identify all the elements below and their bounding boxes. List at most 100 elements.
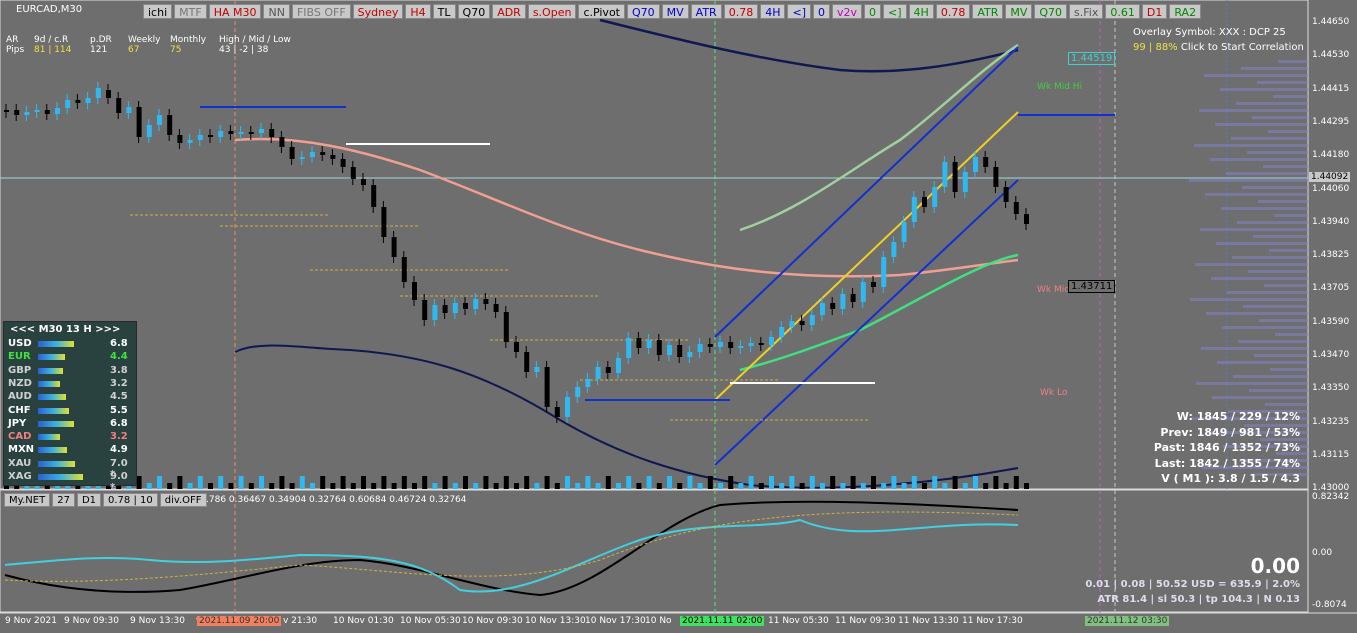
candle: [748, 343, 754, 346]
candle: [85, 98, 91, 103]
toolbar-btn-8[interactable]: Q70: [457, 4, 491, 19]
toolbar-btn-22[interactable]: 4H: [908, 4, 934, 19]
toolbar-btn-9[interactable]: ADR: [492, 4, 526, 19]
volume-bar: [259, 476, 264, 489]
currency-name: MXN: [8, 444, 35, 456]
toolbar-btn-13[interactable]: MV: [661, 4, 689, 19]
toolbar-btn-28[interactable]: 0.61: [1105, 4, 1140, 19]
strength-bar: [38, 447, 68, 454]
candle: [503, 312, 509, 342]
time-axis-label: v 21:30: [283, 616, 318, 626]
sub-btn-3[interactable]: 0.78 | 10: [103, 493, 158, 507]
volume-profile-bar: [1205, 193, 1308, 196]
candle: [34, 110, 40, 112]
toolbar-btn-14[interactable]: ATR: [690, 4, 722, 19]
time-axis-label: 11 Nov 17:30: [962, 616, 1023, 626]
volume-profile-bar: [1241, 67, 1308, 70]
toolbar-btn-7[interactable]: TL: [432, 4, 456, 19]
volume-bar: [208, 483, 213, 489]
volume-profile-bar: [1226, 172, 1308, 175]
toolbar-btn-27[interactable]: s.Fix: [1069, 4, 1104, 19]
toolbar-btn-20[interactable]: 0: [864, 4, 882, 19]
toolbar-btn-18[interactable]: 0: [813, 4, 830, 19]
volume-bar: [350, 483, 356, 489]
time-axis-label: 11 Nov 13:30: [898, 616, 959, 626]
strength-bar: [38, 460, 76, 467]
toolbar-btn-5[interactable]: Sydney: [352, 4, 404, 19]
price-tag-upper: 1.44519: [1068, 52, 1116, 65]
toolbar-btn-1[interactable]: MTF: [174, 4, 207, 19]
candle: [942, 162, 948, 187]
toolbar-btn-12[interactable]: Q70: [626, 4, 660, 19]
volume-bar: [218, 476, 224, 489]
currency-row: JPY 6.8: [8, 418, 134, 430]
toolbar-btn-19[interactable]: v2v: [832, 4, 863, 19]
candle: [75, 100, 81, 103]
volume-bar: [565, 476, 570, 489]
toolbar-btn-23[interactable]: 0.78: [935, 4, 971, 19]
candle: [350, 167, 356, 179]
currency-name: NZD: [8, 377, 32, 389]
correlation-button[interactable]: 99 | 88% Click to Start Correlation: [1133, 42, 1304, 53]
volume-profile-bar: [1264, 284, 1308, 287]
volume-bar: [860, 483, 866, 489]
label-wk-mid: Wk Mid: [1037, 285, 1070, 295]
candle: [554, 407, 560, 417]
volume-bar: [136, 476, 142, 489]
volume-bar: [534, 483, 540, 489]
currency-value: 4.9: [110, 444, 128, 456]
toolbar-btn-2[interactable]: HA M30: [208, 4, 262, 19]
volume-bar: [911, 476, 917, 489]
currency-row: AUD 4.5: [8, 391, 134, 403]
candle: [1024, 214, 1029, 224]
volume-bar: [677, 483, 683, 489]
toolbar-btn-29[interactable]: D1: [1141, 4, 1168, 19]
strength-bar: [38, 367, 63, 374]
toolbar-btn-0[interactable]: ichi: [143, 4, 173, 19]
toolbar-btn-3[interactable]: NN: [263, 4, 290, 19]
toolbar-btn-21[interactable]: <]: [883, 4, 907, 19]
toolbar-btn-24[interactable]: ATR: [972, 4, 1004, 19]
price-axis-label: 1.44060: [1312, 183, 1350, 194]
candle: [820, 303, 825, 315]
volume-profile-bar: [1254, 354, 1308, 357]
currency-strength-panel: <<< M30 13 H >>> USD 6.8 EUR 4.4 GBP 3.8 NZD 3.…: [3, 321, 137, 493]
toolbar-btn-30[interactable]: RA2: [1169, 4, 1202, 19]
stats-pdr-val: 121: [90, 45, 108, 55]
toolbar-btn-25[interactable]: MV: [1005, 4, 1033, 19]
toolbar-btn-4[interactable]: FIBS OFF: [291, 4, 351, 19]
candle: [1013, 202, 1019, 214]
volume-bar: [952, 476, 958, 489]
label-wk-mid-hi: Wk Mid Hi: [1037, 82, 1083, 92]
toolbar-btn-10[interactable]: s.Open: [527, 4, 577, 19]
sub-btn-0[interactable]: My.NET: [4, 493, 51, 507]
price-chart[interactable]: [0, 0, 1357, 633]
currency-value: 4.4: [110, 351, 128, 363]
sub-btn-2[interactable]: D1: [76, 493, 102, 507]
toolbar-btn-26[interactable]: Q70: [1034, 4, 1068, 19]
volume-profile-bar: [1227, 291, 1308, 294]
volume-bar: [799, 483, 805, 489]
volume-profile-bar: [1231, 137, 1308, 140]
toolbar-btn-11[interactable]: c.Pivot: [578, 4, 625, 19]
correlation-label: Click to Start Correlation: [1177, 42, 1304, 53]
currency-value: 5.5: [110, 404, 128, 416]
volume-bar: [779, 483, 785, 489]
candle: [738, 346, 744, 348]
sub-line-cyan: [4, 518, 1019, 593]
channel-top: [714, 46, 1019, 338]
toolbar-btn-16[interactable]: 4H: [760, 4, 786, 19]
toolbar-btn-15[interactable]: 0.78: [723, 4, 759, 19]
panel-header[interactable]: <<< M30 13 H >>>: [10, 324, 120, 335]
volume-profile-bar: [1268, 130, 1308, 133]
volume-bar: [707, 476, 713, 489]
candle: [463, 303, 468, 309]
chart-window[interactable]: EURCAD,M30 ichi MTF HA M30 NN FIBS OFF Sydney…: [0, 0, 1357, 633]
sub-btn-1[interactable]: 27: [52, 493, 75, 507]
toolbar-btn-6[interactable]: H4: [405, 4, 431, 19]
toolbar-btn-17[interactable]: <]: [787, 4, 811, 19]
volume-profile-bar: [1257, 81, 1308, 84]
sub-btn-4[interactable]: div.OFF: [159, 493, 207, 507]
sub-big-value: 0.00: [1250, 554, 1300, 578]
candle: [799, 321, 805, 325]
